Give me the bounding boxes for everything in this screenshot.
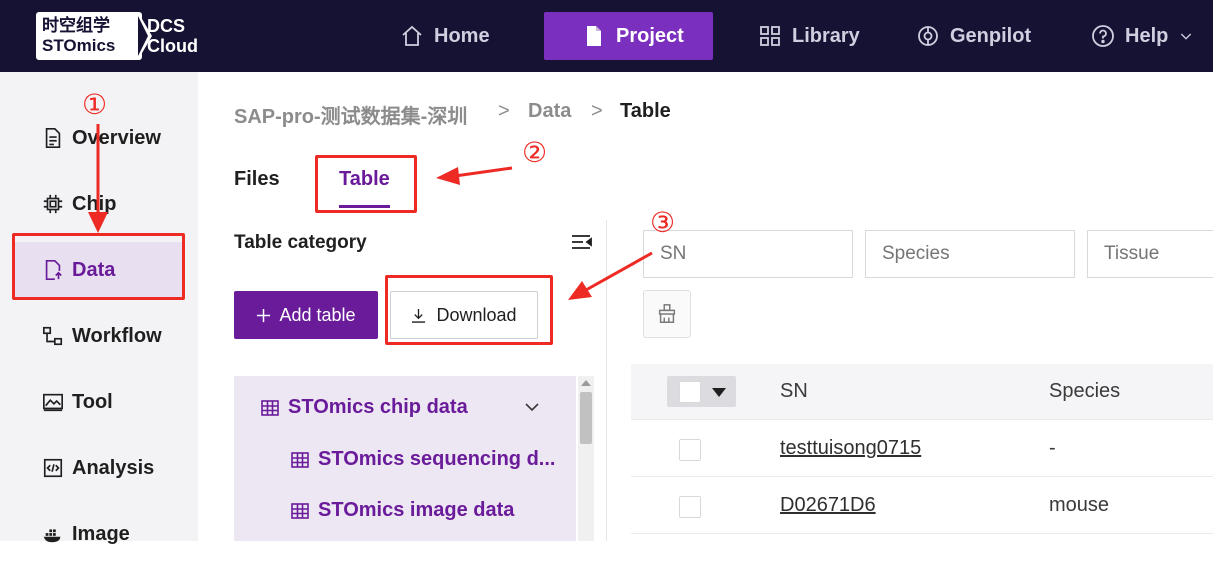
tree-item-label: STOmics image data	[318, 499, 515, 521]
row-divider	[631, 476, 1213, 477]
breadcrumb-project[interactable]: SAP-pro-测试数据集-深圳	[234, 100, 467, 129]
row-sn-link[interactable]: D02671D6	[780, 494, 876, 517]
brush-icon	[658, 304, 676, 323]
sidebar-item-label: Overview	[72, 126, 161, 149]
brand-cn-name: 时空组学	[42, 16, 110, 35]
scroll-up-arrow-icon[interactable]	[581, 380, 591, 386]
tree-item-label: STOmics sequencing d...	[318, 448, 556, 470]
table-icon	[291, 502, 309, 519]
nav-help[interactable]: Help	[1075, 12, 1210, 60]
table-icon	[261, 399, 279, 416]
chevron-down-icon[interactable]	[1178, 28, 1194, 44]
column-header-sn[interactable]: SN	[780, 380, 808, 403]
brand-sto-name: STOmics	[42, 36, 116, 55]
breadcrumb-current: Table	[620, 100, 671, 122]
top-navigation-bar: 时空组学 STOmics DCS Cloud Home Project Libr…	[0, 0, 1213, 72]
sidebar-item-workflow[interactable]: Workflow	[12, 308, 184, 364]
column-header-species[interactable]: Species	[1049, 380, 1120, 403]
row-divider	[631, 419, 1213, 420]
compass-icon	[918, 26, 938, 46]
row-checkbox[interactable]	[679, 439, 701, 461]
annotation-box-table-tab	[315, 155, 417, 213]
annotation-marker-2: ②	[522, 136, 548, 169]
document-icon	[587, 26, 601, 46]
sidebar-item-chip[interactable]: Chip	[12, 176, 184, 232]
select-all-checkbox[interactable]	[679, 381, 701, 403]
annotation-marker-1: ①	[82, 88, 108, 121]
plus-icon	[257, 308, 271, 322]
chip-icon	[43, 194, 63, 214]
annotation-arrowhead-3	[568, 281, 592, 300]
nav-help-label: Help	[1125, 24, 1169, 47]
docker-icon	[43, 529, 61, 543]
tree-scrollbar-thumb[interactable]	[580, 392, 592, 444]
nav-library-label: Library	[792, 24, 860, 47]
nav-genpilot[interactable]: Genpilot	[900, 12, 1047, 60]
tree-item-label: STOmics chip data	[288, 396, 468, 418]
panel-title: Table category	[234, 232, 367, 253]
nav-library[interactable]: Library	[742, 12, 876, 60]
sidebar-item-label: Tool	[72, 390, 113, 413]
chevron-down-icon[interactable]	[524, 399, 540, 415]
nav-home-label: Home	[434, 24, 490, 47]
brand-dcs-line1: DCS	[147, 16, 186, 36]
brand-dcs-line2: Cloud	[147, 36, 198, 56]
home-icon	[402, 25, 422, 46]
file-text-icon	[45, 128, 61, 148]
workflow-icon	[43, 326, 63, 346]
nav-genpilot-label: Genpilot	[950, 24, 1032, 47]
code-icon	[43, 458, 63, 478]
row-species: mouse	[1049, 494, 1110, 516]
caret-down-icon[interactable]	[712, 388, 726, 397]
annotation-box-download	[385, 275, 553, 345]
sidebar-item-image[interactable]: Image	[12, 506, 184, 562]
tree-item-image-data[interactable]: STOmics image data	[290, 499, 514, 522]
grid-icon	[760, 26, 780, 46]
annotation-arrowhead-2	[436, 167, 460, 185]
sidebar-item-label: Chip	[72, 192, 117, 215]
brand-logo[interactable]: 时空组学 STOmics	[36, 12, 142, 60]
add-table-button[interactable]: Add table	[234, 291, 378, 339]
breadcrumb-data[interactable]: Data	[528, 100, 571, 123]
nav-home[interactable]: Home	[384, 12, 506, 60]
question-circle-icon	[1092, 25, 1114, 47]
sidebar-item-label: Workflow	[72, 324, 162, 347]
row-checkbox[interactable]	[679, 496, 701, 518]
breadcrumb-separator: >	[498, 100, 510, 122]
annotation-marker-3: ③	[650, 206, 676, 239]
row-sn-link[interactable]: testtuisong0715	[780, 437, 921, 460]
panel-divider[interactable]	[606, 220, 607, 541]
image-chart-icon	[43, 393, 63, 412]
sidebar-item-tool[interactable]: Tool	[12, 374, 184, 430]
row-divider	[631, 533, 1213, 534]
annotation-arrow-2	[454, 166, 513, 178]
collapse-panel-icon[interactable]	[570, 232, 592, 252]
nav-project[interactable]: Project	[544, 12, 713, 60]
sidebar: Overview Chip Data Workflow Tool Analysi…	[0, 72, 198, 545]
brand-dcs-cloud: DCS Cloud	[147, 16, 198, 56]
species-filter-input[interactable]	[865, 230, 1075, 278]
sidebar-item-label: Analysis	[72, 456, 155, 479]
sidebar-item-analysis[interactable]: Analysis	[12, 440, 184, 496]
tissue-filter-input[interactable]	[1087, 230, 1213, 278]
table-icon	[291, 451, 309, 468]
tree-item-sequencing-data[interactable]: STOmics sequencing d...	[290, 448, 555, 471]
clear-filters-button[interactable]	[643, 290, 691, 338]
add-table-label: Add table	[279, 304, 356, 325]
breadcrumb-separator: >	[591, 100, 603, 122]
tab-files[interactable]: Files	[234, 168, 280, 191]
sidebar-item-label: Image	[72, 522, 130, 545]
row-species: -	[1049, 437, 1056, 459]
annotation-box-data	[12, 233, 185, 300]
tree-item-chip-data[interactable]: STOmics chip data	[260, 396, 468, 419]
nav-project-label: Project	[616, 24, 684, 47]
